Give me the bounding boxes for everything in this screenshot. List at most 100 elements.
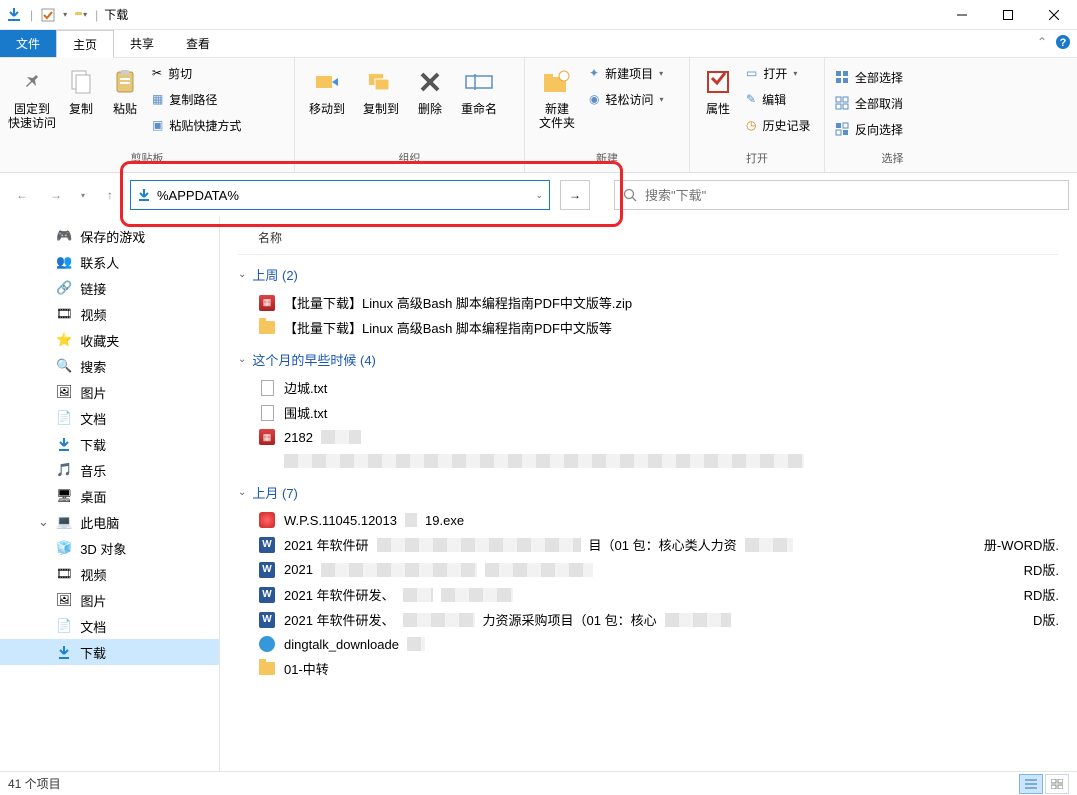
copy-icon [65,66,97,98]
address-input[interactable] [157,188,529,203]
paste-button[interactable]: 粘贴 [104,62,146,116]
ribbon: 固定到 快速访问 复制 粘贴 ✂剪切 ▦复制路径 ▣粘贴快捷方式 剪贴板 移动到… [0,58,1077,173]
cut-button[interactable]: ✂剪切 [152,62,241,84]
recent-dropdown[interactable]: ▾ [76,181,90,209]
navitem-图片[interactable]: 🖼图片 [0,379,219,405]
file-row[interactable]: ▦【批量下载】Linux 高级Bash 脚本编程指南PDF中文版等.zip [238,290,1059,315]
navitem-链接[interactable]: 🔗链接 [0,275,219,301]
navitem-3D 对象[interactable]: 🧊3D 对象 [0,535,219,561]
navitem-文档[interactable]: 📄文档 [0,613,219,639]
back-button[interactable]: ← [8,181,36,209]
column-header-name[interactable]: 名称 [238,221,1059,255]
navitem-桌面[interactable]: 🖥桌面 [0,483,219,509]
navitem-收藏夹[interactable]: ⭐收藏夹 [0,327,219,353]
delete-button[interactable]: 删除 [409,62,451,116]
ribbon-collapse-icon[interactable]: ⌃ [1037,35,1047,49]
qat-dropdown2-icon[interactable]: ▾ [83,10,87,19]
up-button[interactable]: ↑ [96,181,124,209]
delete-icon [414,66,446,98]
easy-access-button[interactable]: ◉轻松访问▾ [589,88,664,110]
group-organize-label: 组织 [295,150,524,172]
qat-dropdown-icon[interactable]: ▾ [63,10,67,19]
select-all-button[interactable]: 全部选择 [835,66,903,88]
file-row[interactable]: 【批量下载】Linux 高级Bash 脚本编程指南PDF中文版等 [238,315,1059,340]
properties-button[interactable]: 属性 [696,62,740,116]
maximize-button[interactable] [985,0,1031,30]
new-folder-button[interactable]: 新建 文件夹 [531,62,583,131]
address-bar[interactable]: ⌄ [130,180,550,210]
navitem-视频[interactable]: 🎞视频 [0,301,219,327]
file-row[interactable]: W.P.S.11045.1201319.exe [238,508,1059,532]
select-none-button[interactable]: 全部取消 [835,92,903,114]
close-button[interactable] [1031,0,1077,30]
navitem-音乐[interactable]: 🎵音乐 [0,457,219,483]
pin-quickaccess-button[interactable]: 固定到 快速访问 [6,62,58,131]
new-item-icon: ✦ [589,66,599,80]
details-view-button[interactable] [1019,774,1043,794]
navitem-图片[interactable]: 🖼图片 [0,587,219,613]
tab-home[interactable]: 主页 [56,30,114,58]
qat-download-icon [6,7,22,23]
tab-file[interactable]: 文件 [0,30,56,57]
qat-separator2: | [95,8,98,22]
search-box[interactable] [614,180,1069,210]
tab-share[interactable]: 共享 [114,30,170,57]
invert-selection-button[interactable]: 反向选择 [835,118,903,140]
file-row[interactable]: W2021 年软件研发、RD版. [238,582,1059,607]
qat-checkbox-icon[interactable] [41,8,55,22]
navitem-搜索[interactable]: 🔍搜索 [0,353,219,379]
file-row[interactable]: 围城.txt [238,400,1059,425]
new-item-button[interactable]: ✦新建项目▾ [589,62,664,84]
move-to-button[interactable]: 移动到 [301,62,353,116]
help-icon[interactable]: ? [1055,34,1071,50]
file-row[interactable]: W2021 年软件研目（01 包：核心类人力资册-WORD版. [238,532,1059,557]
docs-icon: 📄 [56,410,72,426]
navitem-文档[interactable]: 📄文档 [0,405,219,431]
tab-view[interactable]: 查看 [170,30,226,57]
copy-path-button[interactable]: ▦复制路径 [152,88,241,110]
file-icon [258,511,276,529]
download-icon [56,436,72,452]
group-header[interactable]: ⌄上月 (7) [238,473,1059,508]
file-row[interactable]: 01-中转 [238,656,1059,681]
file-list[interactable]: 名称 ⌄上周 (2)▦【批量下载】Linux 高级Bash 脚本编程指南PDF中… [220,217,1077,771]
group-header[interactable]: ⌄上周 (2) [238,255,1059,290]
file-row[interactable]: ▦2182 [238,425,1059,449]
navitem-视频[interactable]: 🎞视频 [0,561,219,587]
file-row[interactable]: W2021RD版. [238,557,1059,582]
search-icon: 🔍 [56,358,72,374]
paste-shortcut-button[interactable]: ▣粘贴快捷方式 [152,114,241,136]
file-row[interactable]: W2021 年软件研发、力资源采购项目（01 包：核心D版. [238,607,1059,632]
copy-button[interactable]: 复制 [60,62,102,116]
group-select-label: 选择 [825,150,960,172]
navitem-下载[interactable]: 下载 [0,431,219,457]
search-icon [623,188,637,202]
minimize-button[interactable] [939,0,985,30]
edit-button[interactable]: ✎编辑 [746,88,811,110]
file-row[interactable]: dingtalk_downloade [238,632,1059,656]
forward-button[interactable]: → [42,181,70,209]
group-header[interactable]: ⌄这个月的早些时候 (4) [238,340,1059,375]
invert-icon [835,122,849,136]
history-icon: ◷ [746,118,756,132]
navitem-下载[interactable]: 下载 [0,639,219,665]
open-button[interactable]: ▭打开▾ [746,62,811,84]
go-button[interactable]: → [560,180,590,210]
file-row[interactable]: 边城.txt [238,375,1059,400]
icons-view-button[interactable] [1045,774,1069,794]
history-button[interactable]: ◷历史记录 [746,114,811,136]
address-dropdown-icon[interactable]: ⌄ [535,190,543,201]
file-icon [258,635,276,653]
rename-button[interactable]: 重命名 [453,62,505,116]
search-input[interactable] [645,188,1060,203]
file-row[interactable] [238,449,1059,473]
navitem-保存的游戏[interactable]: 🎮保存的游戏 [0,223,219,249]
copy-to-button[interactable]: 复制到 [355,62,407,116]
navitem-联系人[interactable]: 👥联系人 [0,249,219,275]
rename-icon [463,66,495,98]
easy-access-icon: ◉ [589,92,599,106]
scissors-icon: ✂ [152,66,162,80]
navitem-此电脑[interactable]: ⌄💻此电脑 [0,509,219,535]
picture-icon: 🖼 [56,592,73,608]
navigation-pane[interactable]: 🎮保存的游戏👥联系人🔗链接🎞视频⭐收藏夹🔍搜索🖼图片📄文档下载🎵音乐🖥桌面⌄💻此… [0,217,220,771]
